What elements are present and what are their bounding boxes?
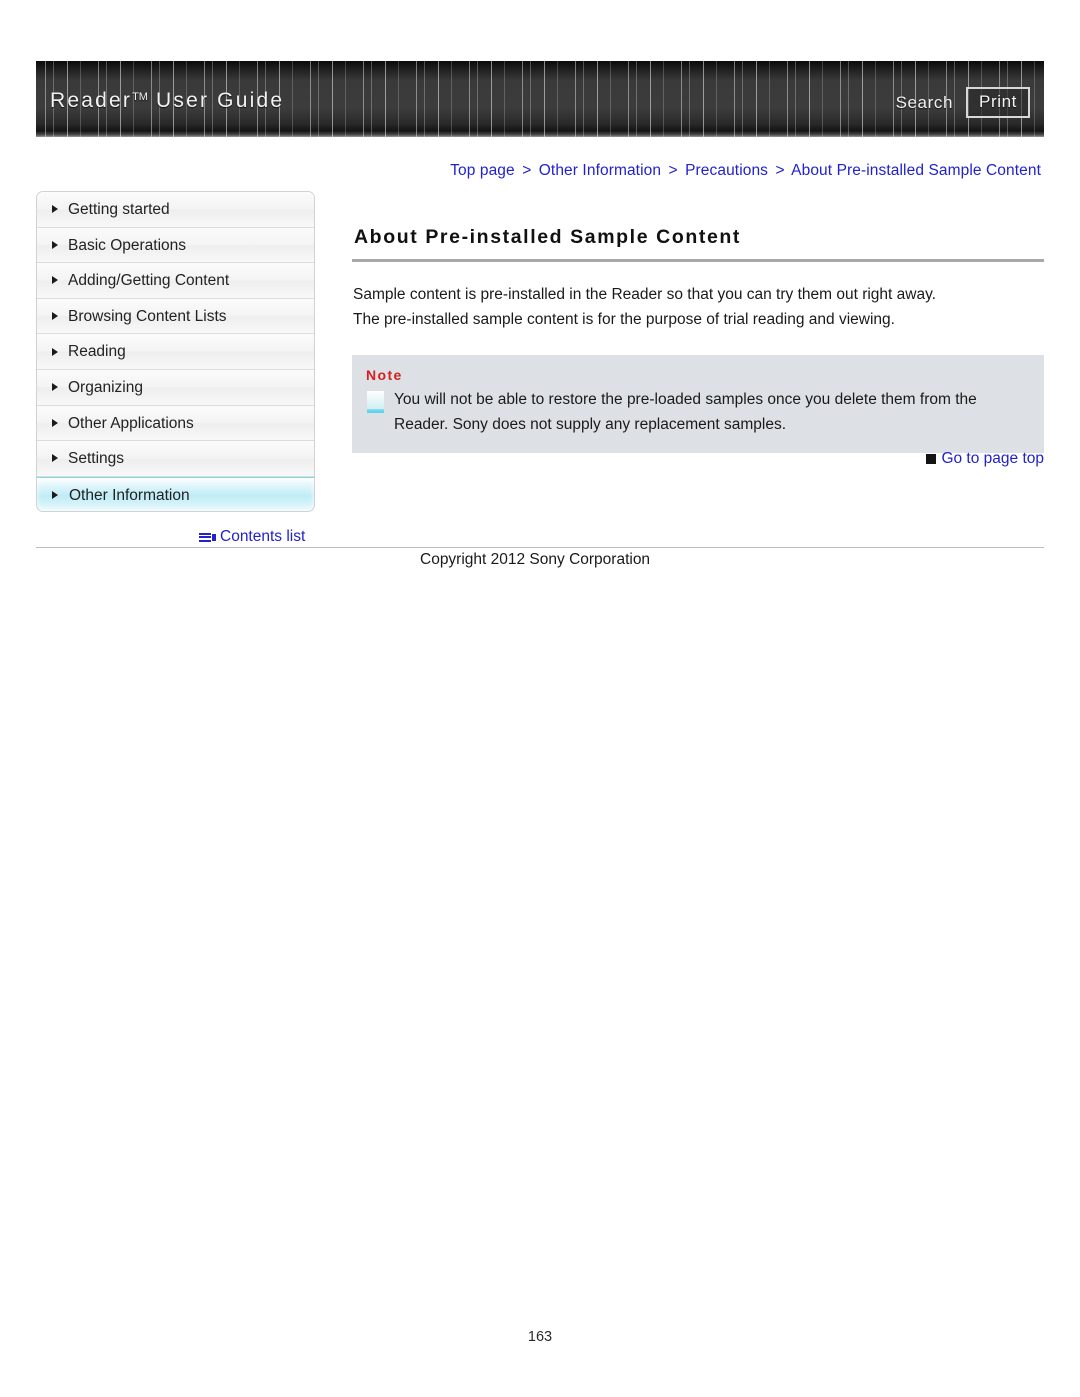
- site-header: ReaderTM User Guide Search Print: [36, 61, 1044, 137]
- sidebar-item-other-applications[interactable]: Other Applications: [37, 405, 314, 442]
- trademark-symbol: TM: [132, 91, 148, 103]
- chevron-right-icon: [52, 205, 58, 214]
- intro-paragraphs: Sample content is pre-installed in the R…: [352, 282, 1044, 332]
- sidebar-item-basic-operations[interactable]: Basic Operations: [37, 227, 314, 264]
- sidebar-item-label: Reading: [68, 343, 126, 361]
- app-title: ReaderTM User Guide: [50, 89, 284, 113]
- square-bullet-icon: [926, 454, 937, 464]
- breadcrumb-item-current[interactable]: About Pre-installed Sample Content: [791, 162, 1041, 179]
- chevron-right-icon: [52, 240, 58, 249]
- chevron-right-icon: [52, 418, 58, 427]
- go-to-page-top-link[interactable]: Go to page top: [926, 450, 1044, 468]
- sidebar-item-label: Settings: [68, 450, 125, 468]
- sidebar-item-label: Getting started: [68, 201, 170, 218]
- header-actions: Search Print: [896, 87, 1030, 118]
- print-button[interactable]: Print: [966, 87, 1030, 118]
- main-content: About Pre-installed Sample Content Sampl…: [352, 226, 1044, 467]
- paragraph: Sample content is pre-installed in the R…: [353, 286, 936, 303]
- sidebar-item-adding-getting-content[interactable]: Adding/Getting Content: [37, 263, 314, 299]
- sidebar-item-other-information[interactable]: Other Information: [37, 476, 314, 512]
- search-button[interactable]: Search: [896, 93, 953, 113]
- sidebar-item-getting-started[interactable]: Getting started: [37, 192, 314, 228]
- page-number: 163: [527, 1329, 553, 1345]
- sidebar-item-organizing[interactable]: Organizing: [37, 369, 314, 406]
- sidebar-item-label: Adding/Getting Content: [68, 272, 230, 290]
- chevron-right-icon: [52, 454, 58, 463]
- title-divider: [352, 259, 1044, 262]
- sidebar-item-settings[interactable]: Settings: [37, 441, 314, 477]
- chevron-right-icon: [52, 490, 58, 499]
- footer-divider: [36, 547, 1044, 548]
- contents-list-icon: [199, 532, 216, 543]
- paragraph: The pre-installed sample content is for …: [353, 311, 895, 328]
- sidebar-item-label: Organizing: [68, 378, 143, 396]
- breadcrumb-separator: >: [775, 162, 785, 179]
- breadcrumb-item-top-page[interactable]: Top page: [450, 162, 515, 179]
- breadcrumb-item-other-information[interactable]: Other Information: [539, 162, 661, 179]
- sidebar-item-label: Browsing Content Lists: [68, 307, 227, 325]
- copyright-text: Copyright 2012 Sony Corporation: [420, 551, 651, 568]
- chevron-right-icon: [52, 347, 58, 356]
- note-text: You will not be able to restore the pre-…: [394, 391, 977, 433]
- page-title: About Pre-installed Sample Content: [354, 226, 742, 248]
- chevron-right-icon: [52, 276, 58, 285]
- contents-list-label: Contents list: [220, 528, 306, 545]
- app-title-rest: User Guide: [147, 89, 285, 112]
- breadcrumb-item-precautions[interactable]: Precautions: [685, 162, 768, 179]
- breadcrumb-separator: >: [522, 162, 532, 179]
- sidebar-item-label: Other Applications: [68, 414, 194, 432]
- go-to-page-top-label: Go to page top: [941, 450, 1044, 467]
- contents-list-link[interactable]: Contents list: [199, 528, 305, 546]
- chevron-right-icon: [52, 312, 58, 321]
- note-box: Note You will not be able to restore the…: [352, 355, 1044, 453]
- note-label: Note: [366, 367, 403, 383]
- chevron-right-icon: [52, 383, 58, 392]
- note-bullet-icon: [367, 391, 384, 413]
- note-text-wrapper: You will not be able to restore the pre-…: [366, 388, 1030, 437]
- breadcrumb: Top page > Other Information > Precautio…: [450, 162, 1041, 180]
- sidebar-navigation: Getting started Basic Operations Adding/…: [36, 191, 315, 513]
- sidebar-item-browsing-content-lists[interactable]: Browsing Content Lists: [37, 298, 314, 335]
- app-title-main: Reader: [50, 89, 133, 112]
- sidebar-item-reading[interactable]: Reading: [37, 334, 314, 370]
- sidebar-item-label: Basic Operations: [68, 236, 187, 254]
- breadcrumb-separator: >: [668, 162, 678, 179]
- sidebar-item-label: Other Information: [69, 486, 190, 504]
